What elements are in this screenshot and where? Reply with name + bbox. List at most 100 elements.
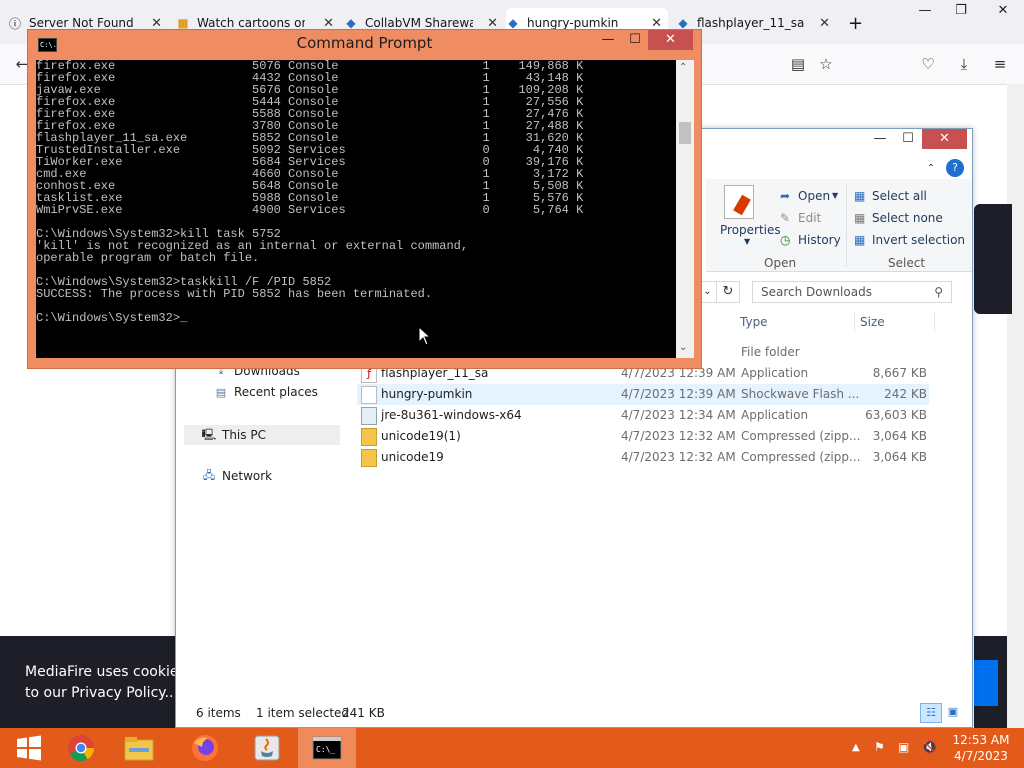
- search-placeholder: Search Downloads: [761, 285, 872, 299]
- console-scrollbar[interactable]: ⌃ ⌄: [676, 60, 694, 358]
- nav-label: Network: [222, 469, 273, 483]
- page-scrollbar[interactable]: [1007, 84, 1024, 728]
- search-input[interactable]: Search Downloads ⚲: [752, 281, 952, 303]
- nav-label: Recent places: [234, 385, 318, 399]
- tab-label: flashplayer_11_sa: [697, 16, 805, 30]
- chevron-down-icon[interactable]: ▼: [832, 191, 838, 200]
- maximize-icon[interactable]: ❐: [944, 0, 978, 22]
- menu-icon[interactable]: ≡: [990, 54, 1010, 74]
- collapse-ribbon-icon[interactable]: ⌃: [924, 159, 938, 179]
- page-dark-panel: [974, 204, 1012, 314]
- minimize-icon[interactable]: —: [594, 30, 622, 50]
- tray-expand-icon[interactable]: ▲: [852, 742, 860, 753]
- column-header-size[interactable]: Size: [860, 315, 885, 329]
- scroll-thumb[interactable]: [679, 122, 691, 144]
- cookie-banner: MediaFire uses cookies to to our Privacy…: [0, 636, 204, 728]
- folder-icon: ■: [177, 16, 189, 30]
- chevron-down-icon[interactable]: ▼: [744, 237, 750, 246]
- file-name: unicode19: [381, 450, 444, 464]
- console-output[interactable]: firefox.exe 5076 Console 1 149,868 K fir…: [36, 60, 676, 358]
- action-center-flag-icon[interactable]: ⚑: [874, 740, 885, 754]
- file-name: hungry-pumkin: [381, 387, 473, 401]
- bookmark-star-icon[interactable]: ☆: [816, 54, 836, 74]
- maximize-icon[interactable]: ☐: [622, 30, 648, 50]
- minimize-icon[interactable]: —: [908, 0, 942, 22]
- close-icon[interactable]: ✕: [922, 129, 967, 149]
- ribbon-divider: [846, 183, 847, 267]
- scroll-up-icon[interactable]: ⌃: [679, 62, 687, 73]
- file-date: 4/7/2023 12:34 AM: [621, 408, 736, 422]
- open-button[interactable]: Open: [798, 189, 830, 203]
- tab-label: Server Not Found: [29, 16, 134, 30]
- file-size: 63,603 KB: [865, 408, 927, 422]
- column-divider: [934, 311, 935, 331]
- open-icon: ➦: [780, 189, 791, 203]
- details-view-icon[interactable]: ☷: [920, 703, 942, 723]
- downloads-icon[interactable]: ⤓: [954, 54, 974, 74]
- file-type: Compressed (zipp...: [741, 429, 861, 443]
- java-taskbar-button[interactable]: [238, 728, 296, 768]
- start-button[interactable]: [0, 728, 58, 768]
- svg-text:C:\_: C:\_: [316, 745, 335, 754]
- taskbar: C:\_ ▲ ⚑ ▣ 🔇 12:53 AM 4/7/2023: [0, 728, 1024, 768]
- refresh-icon[interactable]: ↻: [716, 281, 740, 303]
- file-type: Shockwave Flash ...: [741, 387, 860, 401]
- tab-label: hungry-pumkin: [527, 16, 619, 30]
- nav-item-network[interactable]: 🖧 Network: [202, 469, 273, 484]
- file-size: 3,064 KB: [872, 450, 927, 464]
- select-all-icon: ▦: [854, 189, 866, 203]
- network-status-icon[interactable]: ▣: [898, 740, 909, 754]
- java-installer-icon: [361, 407, 377, 425]
- invert-selection-button[interactable]: Invert selection: [872, 233, 965, 247]
- ribbon: Properties ▼ ➦ Open ▼ ✎ Edit ◷ History ▦…: [706, 179, 972, 272]
- java-icon: [254, 735, 280, 761]
- history-button[interactable]: History: [798, 233, 841, 247]
- selection-size: 241 KB: [342, 706, 385, 720]
- column-divider: [854, 311, 855, 331]
- close-window-icon[interactable]: ✕: [986, 0, 1020, 22]
- help-icon[interactable]: ?: [946, 159, 964, 177]
- properties-icon: [724, 185, 754, 219]
- close-tab-icon[interactable]: ✕: [819, 16, 830, 31]
- recent-places-icon: ▤: [215, 385, 227, 399]
- file-icon: [361, 386, 377, 404]
- select-none-button[interactable]: Select none: [872, 211, 943, 225]
- system-clock[interactable]: 12:53 AM 4/7/2023: [946, 732, 1016, 764]
- edit-icon: ✎: [780, 211, 791, 225]
- pocket-icon[interactable]: ♡: [918, 54, 938, 74]
- file-row[interactable]: jre-8u361-windows-x64 4/7/2023 12:34 AM …: [357, 405, 929, 426]
- file-name: jre-8u361-windows-x64: [381, 408, 522, 422]
- firefox-taskbar-button[interactable]: [176, 728, 234, 768]
- select-all-button[interactable]: Select all: [872, 189, 927, 203]
- file-row[interactable]: unicode19 4/7/2023 12:32 AM Compressed (…: [357, 447, 929, 468]
- file-type: Application: [741, 408, 809, 422]
- nav-item-this-pc[interactable]: 🖳 This PC: [184, 425, 340, 445]
- file-explorer-taskbar-button[interactable]: [110, 728, 168, 768]
- properties-button[interactable]: Properties: [720, 223, 781, 237]
- scroll-down-icon[interactable]: ⌄: [679, 342, 687, 353]
- file-type: Application: [741, 366, 809, 380]
- selection-count: 1 item selected: [256, 706, 350, 720]
- select-none-icon: ▦: [854, 211, 866, 225]
- zip-folder-icon: [361, 449, 377, 467]
- windows-logo-icon: [17, 735, 41, 761]
- cmd-taskbar-button[interactable]: C:\_: [298, 728, 356, 768]
- cookie-accept-button[interactable]: [974, 660, 998, 706]
- file-row[interactable]: hungry-pumkin 4/7/2023 12:39 AM Shockwav…: [357, 384, 929, 405]
- info-icon: ⓘ: [8, 16, 21, 31]
- volume-muted-icon[interactable]: 🔇: [922, 740, 937, 754]
- close-icon[interactable]: ✕: [648, 30, 693, 50]
- file-row[interactable]: unicode19(1) 4/7/2023 12:32 AM Compresse…: [357, 426, 929, 447]
- column-header-type[interactable]: Type: [740, 315, 768, 329]
- minimize-icon[interactable]: —: [866, 129, 894, 149]
- nav-item-recent-places[interactable]: ▤ Recent places: [214, 385, 318, 399]
- maximize-icon[interactable]: ☐: [894, 129, 922, 149]
- reader-view-icon[interactable]: ▤: [788, 54, 808, 74]
- new-tab-button[interactable]: +: [848, 8, 868, 38]
- search-icon: ⚲: [934, 285, 943, 299]
- edit-button[interactable]: Edit: [798, 211, 821, 225]
- collabvm-icon: ◆: [346, 16, 356, 30]
- chrome-taskbar-button[interactable]: [52, 728, 110, 768]
- file-size: 8,667 KB: [872, 366, 927, 380]
- large-icons-view-icon[interactable]: ▣: [944, 703, 962, 721]
